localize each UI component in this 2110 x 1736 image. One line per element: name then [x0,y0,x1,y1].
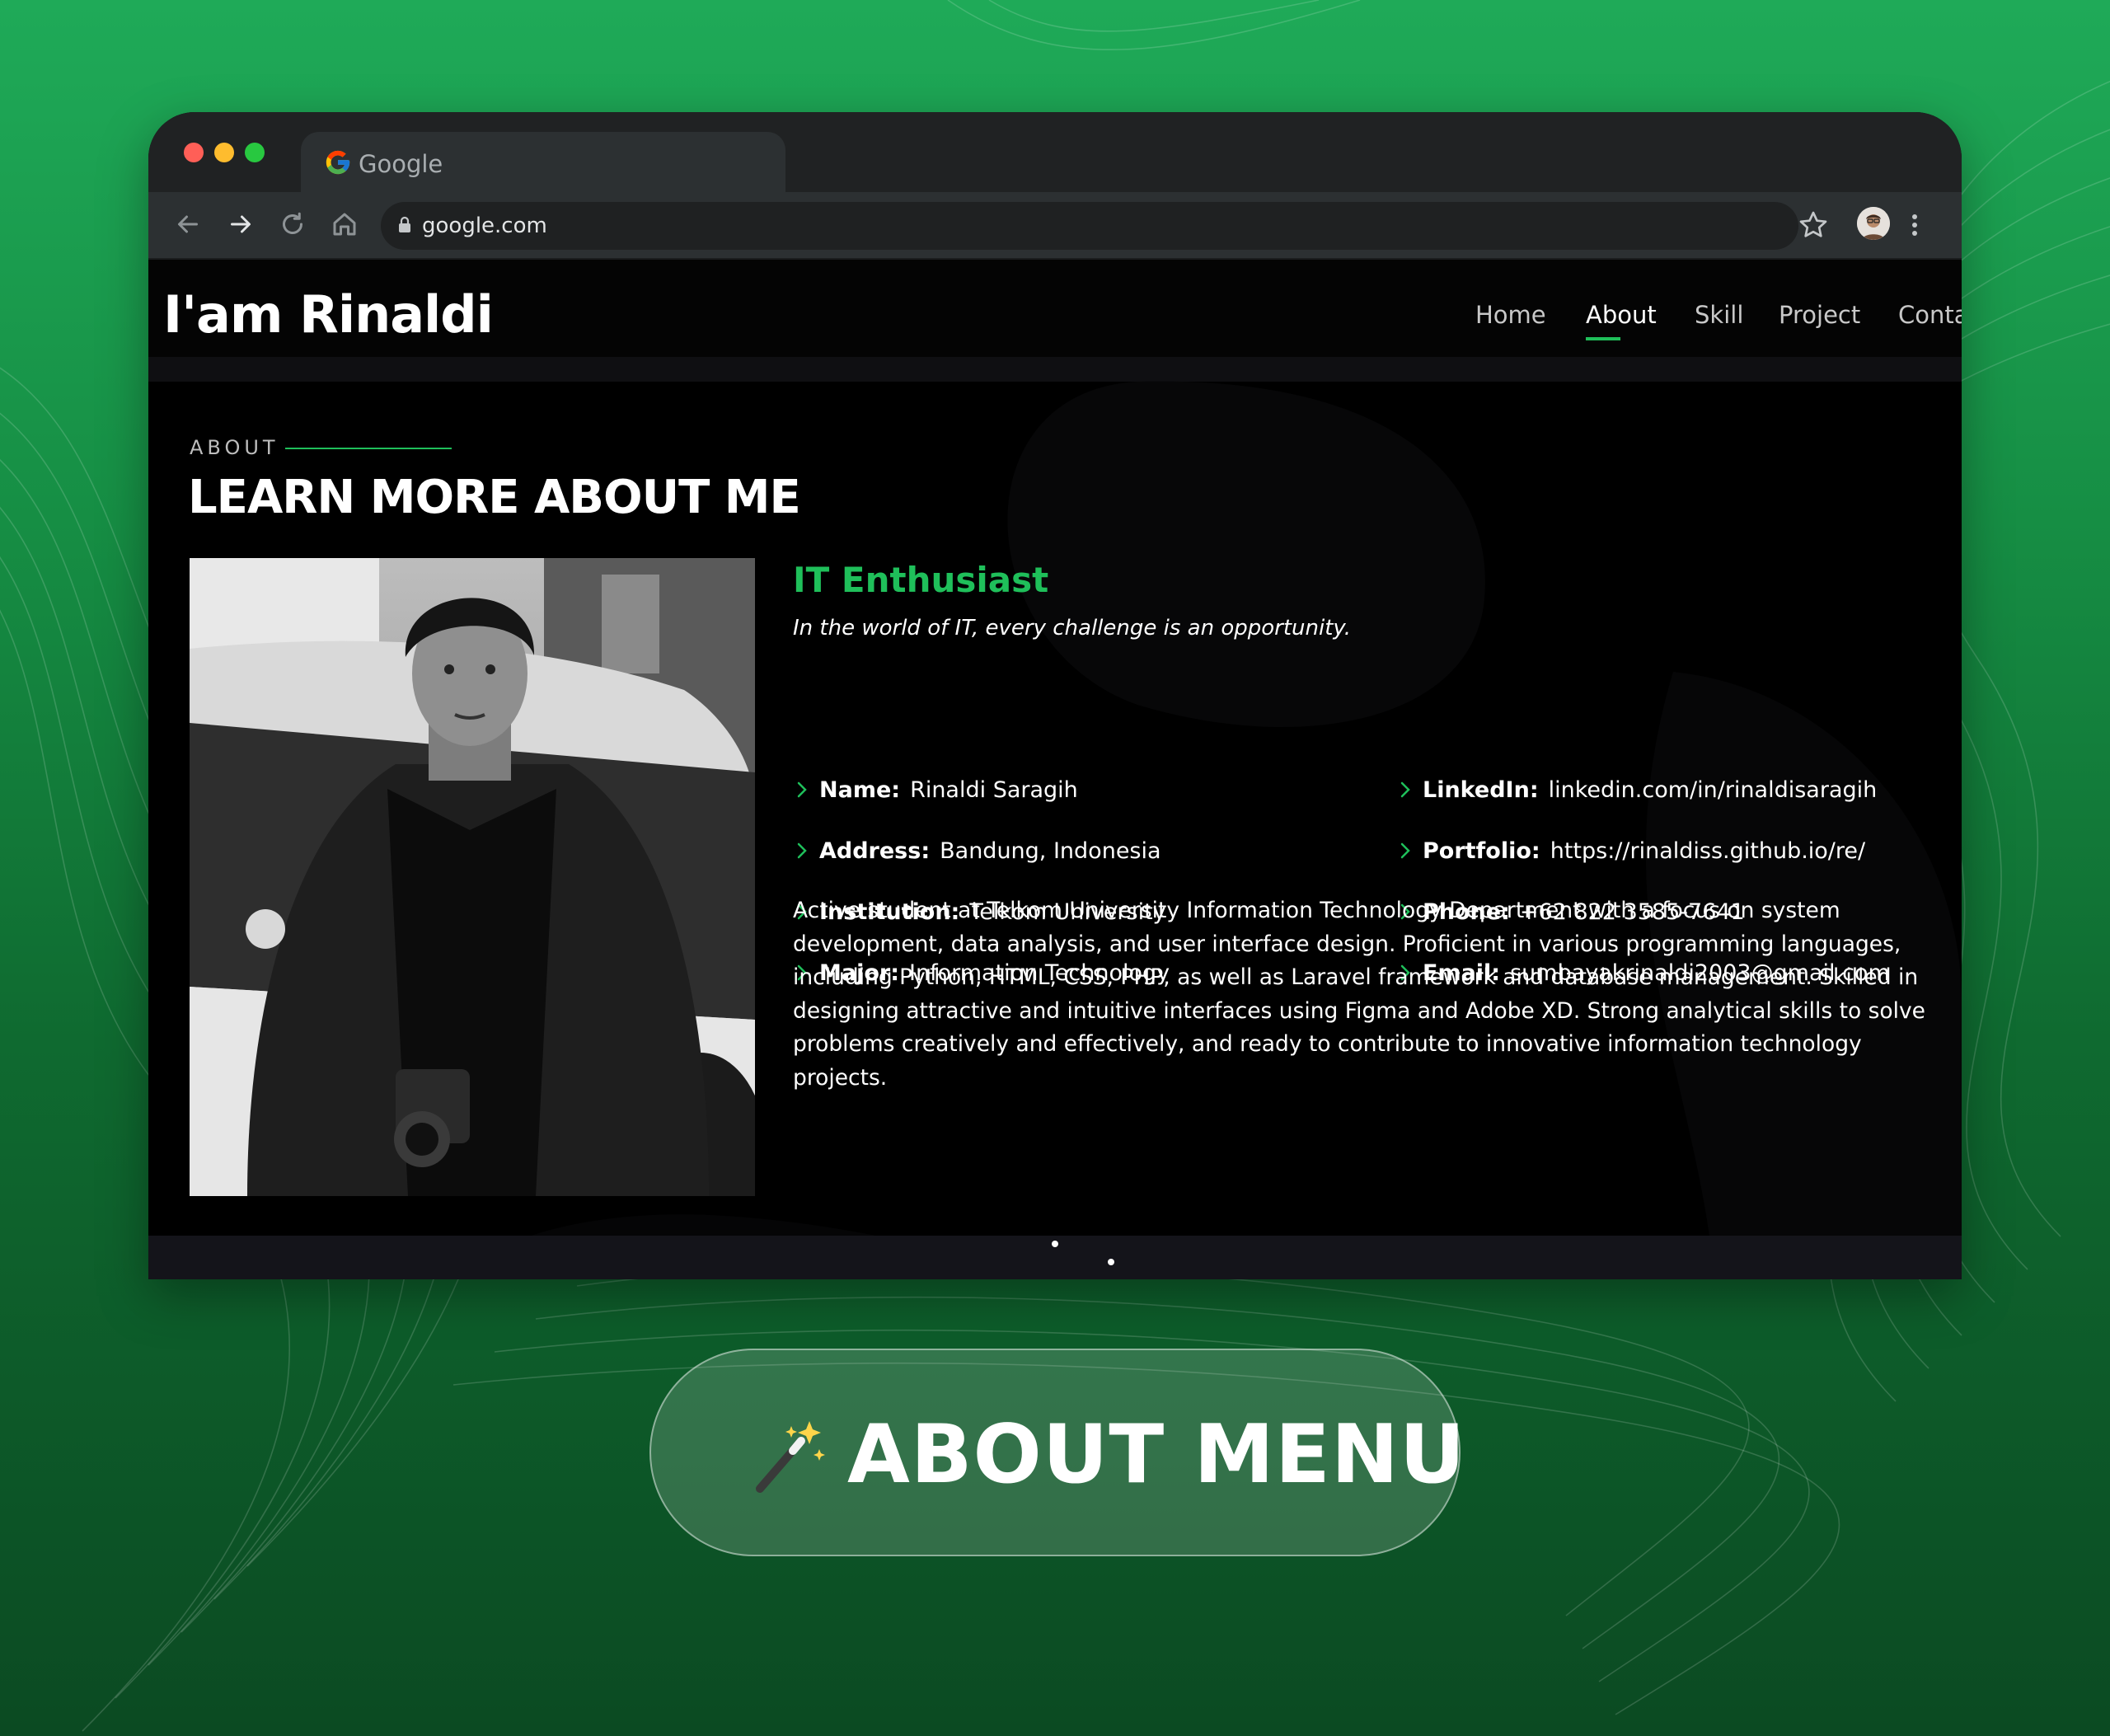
nav-home[interactable]: Home [1475,301,1546,329]
info-portfolio-label: Portfolio: [1423,838,1540,864]
profile-photo [190,558,755,1196]
info-address-label: Address: [819,838,931,864]
info-address-value: Bandung, Indonesia [940,838,1161,864]
info-name-value: Rinaldi Saragih [910,777,1078,803]
info-name: Name: Rinaldi Saragih [793,777,1078,810]
magic-wand-icon [756,1421,825,1493]
nav-contact[interactable]: Conta [1898,301,1962,329]
profile-bio: Active student at Telkom University Info… [793,898,1925,1091]
chevron-right-icon [1400,842,1410,859]
info-linkedin-label: LinkedIn: [1423,777,1539,803]
chevron-right-icon [797,842,807,859]
about-menu-label: ABOUT MENU [847,1408,1466,1502]
info-portfolio: Portfolio: https://rinaldiss.github.io/re… [1396,838,1865,871]
info-portfolio-value[interactable]: https://rinaldiss.github.io/re/ [1550,838,1865,864]
about-menu-banner: ABOUT MENU [649,1349,1465,1556]
section-label-line [285,448,452,449]
back-arrow-icon[interactable] [173,209,203,239]
browser-tab[interactable]: Google [301,132,785,192]
info-linkedin-value[interactable]: linkedin.com/in/rinaldisaragih [1549,777,1878,803]
browser-window: Google google.com I'am Rinaldi Home Abou… [148,112,1962,1279]
reload-icon[interactable] [278,209,307,239]
url-text: google.com [422,213,547,238]
info-name-label: Name: [819,777,901,803]
site-brand[interactable]: I'am Rinaldi [163,284,494,345]
nav-project[interactable]: Project [1779,301,1860,329]
address-bar[interactable]: google.com [381,202,1798,250]
chevron-right-icon [1400,781,1410,798]
decorative-dot [1108,1259,1114,1265]
info-address: Address: Bandung, Indonesia [793,838,1161,871]
section-title: LEARN MORE ABOUT ME [188,471,801,524]
profile-photo-illustration [190,558,755,1196]
maximize-window-button[interactable] [245,143,265,162]
profile-tagline: In the world of IT, every challenge is a… [793,616,1352,640]
info-linkedin: LinkedIn: linkedin.com/in/rinaldisaragih [1396,777,1877,810]
portfolio-site: I'am Rinaldi Home About Skill Project Co… [148,260,1962,1279]
star-icon[interactable] [1797,209,1830,242]
close-window-button[interactable] [184,143,204,162]
browser-toolbar: google.com [148,192,1962,260]
nav-about-label: About [1586,301,1657,329]
decorative-dot [1052,1241,1058,1247]
nav-skill[interactable]: Skill [1695,301,1743,329]
home-icon[interactable] [330,209,359,239]
google-logo [326,150,350,175]
browser-titlebar: Google [148,112,1962,192]
lock-icon [399,216,410,232]
profile-face-icon [1857,207,1890,240]
kebab-menu-icon[interactable] [1911,210,1919,240]
forward-arrow-icon[interactable] [226,209,256,239]
section-label: ABOUT [190,436,279,459]
profile-role: IT Enthusiast [793,560,1049,600]
chevron-right-icon [797,781,807,798]
minimize-window-button[interactable] [214,143,234,162]
tab-title: Google [359,150,443,178]
nav-active-underline [1586,337,1620,340]
nav-about[interactable]: About [1586,301,1657,340]
avatar[interactable] [1857,207,1890,240]
